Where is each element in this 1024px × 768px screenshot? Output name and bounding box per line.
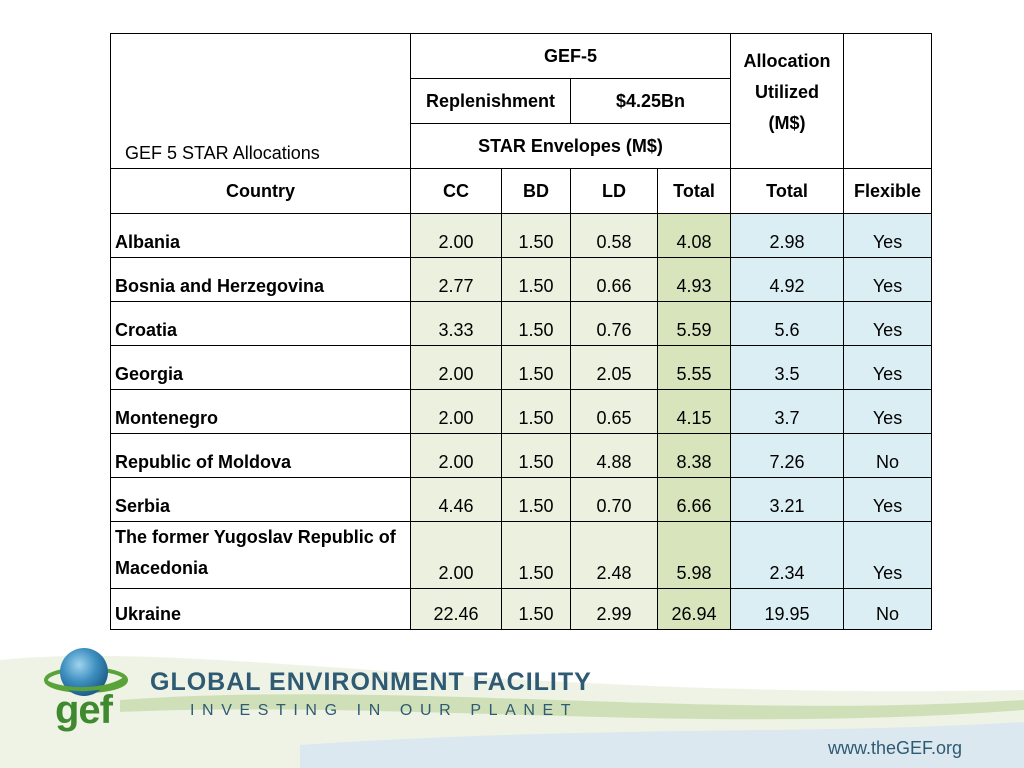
website-url: www.theGEF.org — [828, 738, 963, 758]
cc-cell: 22.46 — [410, 588, 502, 630]
blank-header-cell — [843, 33, 933, 169]
ld-cell: 0.65 — [570, 389, 658, 434]
col-total: Total — [656, 168, 732, 214]
bd-cell: 1.50 — [501, 213, 571, 258]
table-title: GEF 5 STAR Allocations — [110, 33, 411, 169]
flexible-cell: Yes — [843, 257, 933, 302]
col-ld: LD — [570, 168, 658, 214]
country-cell: Ukraine — [110, 588, 411, 630]
ld-cell: 2.05 — [570, 345, 658, 390]
flexible-cell: No — [843, 433, 933, 478]
col-flexible: Flexible — [843, 168, 933, 214]
flexible-cell: Yes — [843, 521, 933, 589]
cc-cell: 2.00 — [410, 345, 502, 390]
star-envelopes-header: STAR Envelopes (M$) — [409, 123, 732, 169]
ld-cell: 0.76 — [570, 301, 658, 346]
total-cell: 5.98 — [656, 521, 732, 589]
flexible-cell: Yes — [843, 345, 933, 390]
bd-cell: 1.50 — [501, 345, 571, 390]
ld-cell: 0.66 — [570, 257, 658, 302]
brand-name: GLOBAL ENVIRONMENT FACILITY — [150, 668, 592, 696]
cc-cell: 2.00 — [410, 521, 502, 589]
utilized-cell: 19.95 — [730, 588, 845, 630]
utilized-cell: 4.92 — [730, 257, 845, 302]
flexible-cell: Yes — [843, 301, 933, 346]
bd-cell: 1.50 — [501, 433, 571, 478]
country-cell: Albania — [110, 213, 411, 258]
col-cc: CC — [410, 168, 502, 214]
gef-logo-text: gef — [55, 688, 113, 732]
cc-cell: 3.33 — [410, 301, 502, 346]
cc-cell: 2.77 — [410, 257, 502, 302]
ld-cell: 0.58 — [570, 213, 658, 258]
total-cell: 26.94 — [656, 588, 732, 630]
utilized-cell: 3.7 — [730, 389, 845, 434]
utilized-cell: 3.21 — [730, 477, 845, 522]
country-cell: The former Yugoslav Republic of Macedoni… — [110, 521, 411, 589]
gef5-header: GEF-5 — [409, 33, 732, 79]
country-cell: Republic of Moldova — [110, 433, 411, 478]
bd-cell: 1.50 — [501, 477, 571, 522]
bd-cell: 1.50 — [501, 588, 571, 630]
total-cell: 4.15 — [656, 389, 732, 434]
table-row: Bosnia and Herzegovina 2.77 1.50 0.66 4.… — [110, 257, 933, 302]
allocation-utilized-header: Allocation Utilized (M$) — [730, 33, 845, 169]
table-row: Croatia 3.33 1.50 0.76 5.59 5.6 Yes — [110, 301, 933, 346]
utilized-cell: 2.98 — [730, 213, 845, 258]
total-cell: 5.59 — [656, 301, 732, 346]
replenishment-value: $4.25Bn — [569, 78, 732, 124]
country-cell: Bosnia and Herzegovina — [110, 257, 411, 302]
star-allocations-table: GEF 5 STAR Allocations GEF-5 Allocation … — [110, 33, 933, 630]
table-row: Republic of Moldova 2.00 1.50 4.88 8.38 … — [110, 433, 933, 478]
utilized-cell: 5.6 — [730, 301, 845, 346]
flexible-cell: Yes — [843, 389, 933, 434]
ld-cell: 2.48 — [570, 521, 658, 589]
utilized-cell: 7.26 — [730, 433, 845, 478]
cc-cell: 2.00 — [410, 213, 502, 258]
cc-cell: 2.00 — [410, 433, 502, 478]
bd-cell: 1.50 — [501, 301, 571, 346]
col-utilized-total: Total — [730, 168, 845, 214]
ld-cell: 2.99 — [570, 588, 658, 630]
bd-cell: 1.50 — [501, 521, 571, 589]
country-cell: Croatia — [110, 301, 411, 346]
cc-cell: 4.46 — [410, 477, 502, 522]
country-cell: Georgia — [110, 345, 411, 390]
table-row: Montenegro 2.00 1.50 0.65 4.15 3.7 Yes — [110, 389, 933, 434]
table-row: Ukraine 22.46 1.50 2.99 26.94 19.95 No — [110, 588, 933, 630]
total-cell: 5.55 — [656, 345, 732, 390]
table-row: Georgia 2.00 1.50 2.05 5.55 3.5 Yes — [110, 345, 933, 390]
table-row: Albania 2.00 1.50 0.58 4.08 2.98 Yes — [110, 213, 933, 258]
flexible-cell: Yes — [843, 477, 933, 522]
bd-cell: 1.50 — [501, 389, 571, 434]
flexible-cell: Yes — [843, 213, 933, 258]
table-row: The former Yugoslav Republic of Macedoni… — [110, 521, 933, 589]
flexible-cell: No — [843, 588, 933, 630]
col-country: Country — [110, 168, 411, 214]
total-cell: 8.38 — [656, 433, 732, 478]
table-row: Serbia 4.46 1.50 0.70 6.66 3.21 Yes — [110, 477, 933, 522]
col-bd: BD — [501, 168, 571, 214]
utilized-cell: 3.5 — [730, 345, 845, 390]
brand-tagline: INVESTING IN OUR PLANET — [190, 702, 579, 719]
ld-cell: 4.88 — [570, 433, 658, 478]
cc-cell: 2.00 — [410, 389, 502, 434]
total-cell: 4.08 — [656, 213, 732, 258]
country-cell: Serbia — [110, 477, 411, 522]
country-cell: Montenegro — [110, 389, 411, 434]
utilized-cell: 2.34 — [730, 521, 845, 589]
total-cell: 6.66 — [656, 477, 732, 522]
replenishment-label: Replenishment — [410, 78, 571, 124]
total-cell: 4.93 — [656, 257, 732, 302]
column-header-row: Country CC BD LD Total Total Flexible — [110, 168, 933, 214]
bd-cell: 1.50 — [501, 257, 571, 302]
ld-cell: 0.70 — [570, 477, 658, 522]
